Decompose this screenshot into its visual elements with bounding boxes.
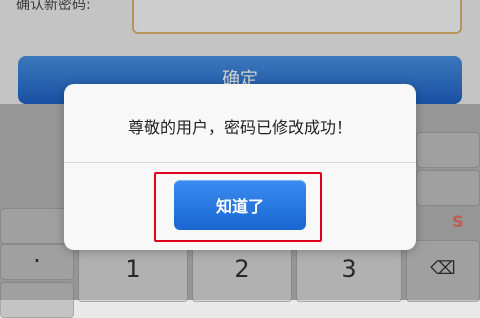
highlight-box bbox=[154, 172, 322, 242]
dialog-divider bbox=[64, 162, 416, 163]
dialog-message: 尊敬的用户，密码已修改成功！ bbox=[127, 118, 352, 137]
success-dialog: 尊敬的用户，密码已修改成功！ 知道了 bbox=[64, 84, 416, 250]
